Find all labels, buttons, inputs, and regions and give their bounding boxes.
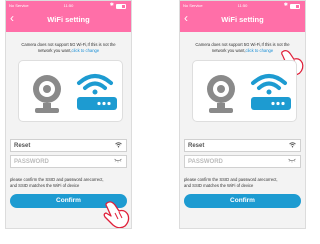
info-line-1: please confirm the SSID and password are… bbox=[184, 177, 278, 182]
change-network-link[interactable]: click to change bbox=[246, 48, 274, 53]
ssid-info-text: please confirm the SSID and password are… bbox=[184, 177, 301, 188]
illustration-svg bbox=[207, 74, 291, 113]
confirm-button[interactable]: Confirm bbox=[184, 194, 301, 208]
wifi-icon[interactable] bbox=[115, 142, 122, 150]
ssid-info-text: please confirm the SSID and password are… bbox=[10, 177, 127, 188]
password-placeholder: PASSWORD bbox=[14, 159, 49, 165]
phone-screen-right: No Service 11:50 ✱ ‹ WiFi setting Camera… bbox=[179, 0, 306, 229]
hand-pointer-icon bbox=[103, 201, 130, 228]
illustration-svg bbox=[33, 74, 117, 113]
password-field[interactable]: PASSWORD bbox=[10, 155, 127, 168]
battery-icon bbox=[290, 4, 300, 9]
info-line-2: and SSID matches the WiFi of device bbox=[10, 182, 80, 188]
device-illustration bbox=[192, 60, 297, 122]
router-icon bbox=[77, 74, 117, 110]
battery-icon bbox=[116, 4, 126, 9]
password-field[interactable]: PASSWORD bbox=[184, 155, 301, 168]
status-bar: No Service 11:50 ✱ bbox=[183, 2, 302, 9]
camera-icon bbox=[207, 75, 235, 113]
info-line-1: please confirm the SSID and password are… bbox=[10, 177, 104, 182]
camera-icon bbox=[33, 75, 61, 113]
ssid-value: Reset bbox=[188, 143, 205, 149]
password-placeholder: PASSWORD bbox=[188, 159, 223, 165]
status-bar: No Service 11:50 ✱ bbox=[9, 2, 128, 9]
eye-hidden-icon[interactable] bbox=[288, 158, 296, 165]
notice-line-1: Camera does not support 5G Wi-Fi,If this… bbox=[195, 42, 290, 47]
wifi-icon[interactable] bbox=[289, 142, 296, 150]
header-bar: No Service 11:50 ✱ ‹ WiFi setting bbox=[6, 1, 131, 32]
notice-line-2: network you want, bbox=[211, 47, 246, 53]
header-bar: No Service 11:50 ✱ ‹ WiFi setting bbox=[180, 1, 305, 32]
notice-line-1: Camera does not support 5G Wi-Fi,If this… bbox=[21, 42, 116, 47]
5g-notice: Camera does not support 5G Wi-Fi,If this… bbox=[10, 42, 127, 53]
notice-line-2: network you want, bbox=[37, 47, 72, 53]
eye-hidden-icon[interactable] bbox=[114, 158, 122, 165]
info-line-2: and SSID matches the WiFi of device bbox=[184, 182, 254, 188]
ssid-field[interactable]: Reset bbox=[10, 139, 127, 152]
phone-screen-left: No Service 11:50 ✱ ‹ WiFi setting Camera… bbox=[5, 0, 132, 229]
bluetooth-icon: ✱ bbox=[283, 2, 288, 8]
change-network-link[interactable]: click to change bbox=[72, 48, 100, 53]
page-title: WiFi setting bbox=[221, 15, 264, 24]
page-title: WiFi setting bbox=[47, 15, 90, 24]
ssid-field[interactable]: Reset bbox=[184, 139, 301, 152]
router-icon bbox=[251, 74, 291, 110]
ssid-value: Reset bbox=[14, 143, 31, 149]
device-illustration bbox=[18, 60, 123, 122]
bluetooth-icon: ✱ bbox=[109, 2, 114, 8]
